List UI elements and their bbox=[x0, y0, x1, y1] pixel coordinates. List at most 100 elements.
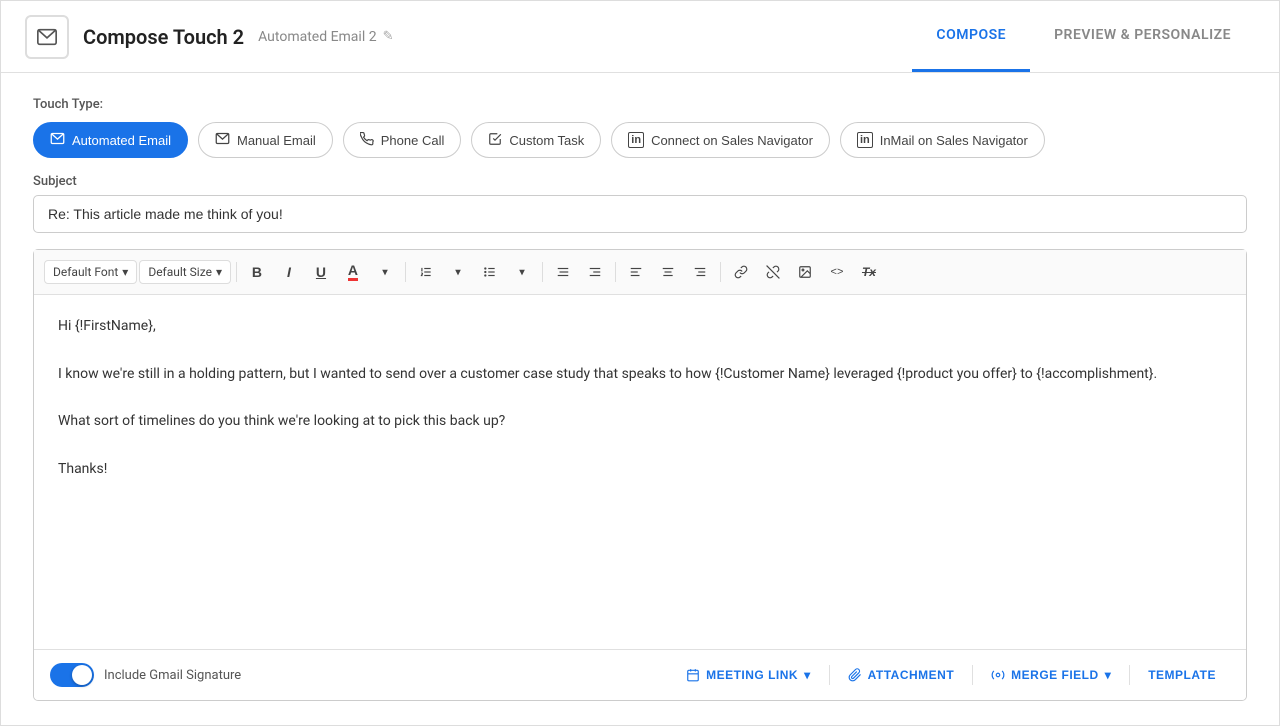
toolbar-divider-3 bbox=[542, 262, 543, 282]
merge-field-label: MERGE FIELD bbox=[1011, 668, 1099, 682]
unordered-list-icon bbox=[483, 265, 497, 279]
underline-button[interactable]: U bbox=[306, 258, 336, 286]
unlink-icon bbox=[766, 265, 780, 279]
ordered-list-button[interactable] bbox=[411, 258, 441, 286]
custom-task-label: Custom Task bbox=[509, 133, 584, 148]
indent-increase-icon bbox=[588, 265, 602, 279]
email-compose-icon bbox=[36, 26, 58, 48]
toolbar-divider-1 bbox=[236, 262, 237, 282]
align-right-button[interactable] bbox=[685, 258, 715, 286]
merge-field-button[interactable]: MERGE FIELD ▾ bbox=[977, 660, 1125, 690]
meeting-link-arrow: ▾ bbox=[804, 668, 811, 682]
attachment-label: ATTACHMENT bbox=[868, 668, 955, 682]
link-icon bbox=[734, 265, 748, 279]
align-left-icon bbox=[629, 265, 643, 279]
image-button[interactable] bbox=[790, 258, 820, 286]
header-left: Compose Touch 2 Automated Email 2 ✎ bbox=[25, 15, 393, 59]
touch-type-section: Touch Type: Automated Email bbox=[33, 97, 1247, 158]
tab-preview-personalize[interactable]: PREVIEW & PERSONALIZE bbox=[1030, 1, 1255, 72]
phone-icon bbox=[360, 132, 374, 149]
clear-format-button[interactable]: Tx bbox=[854, 258, 884, 286]
subtitle-text: Automated Email 2 bbox=[258, 29, 376, 45]
phone-call-label: Phone Call bbox=[381, 133, 445, 148]
automated-email-icon bbox=[50, 131, 65, 149]
font-size-select[interactable]: Default Size ▾ bbox=[139, 260, 231, 284]
ordered-list-arrow[interactable]: ▾ bbox=[443, 258, 473, 286]
image-icon bbox=[798, 265, 812, 279]
bold-button[interactable]: B bbox=[242, 258, 272, 286]
touch-type-buttons: Automated Email Manual Email bbox=[33, 122, 1247, 158]
font-color-icon: A bbox=[348, 263, 358, 281]
footer-left: Include Gmail Signature bbox=[50, 663, 241, 687]
touch-btn-inmail-sales-nav[interactable]: in InMail on Sales Navigator bbox=[840, 122, 1045, 158]
indent-decrease-button[interactable] bbox=[548, 258, 578, 286]
inmail-sales-nav-label: InMail on Sales Navigator bbox=[880, 133, 1028, 148]
header: Compose Touch 2 Automated Email 2 ✎ COMP… bbox=[1, 1, 1279, 73]
template-button[interactable]: TEMPLATE bbox=[1134, 660, 1230, 690]
code-button[interactable]: <> bbox=[822, 258, 852, 286]
automated-email-label: Automated Email bbox=[72, 133, 171, 148]
gmail-signature-label: Include Gmail Signature bbox=[104, 668, 241, 683]
edit-icon[interactable]: ✎ bbox=[383, 29, 394, 44]
toolbar-divider-4 bbox=[615, 262, 616, 282]
indent-decrease-icon bbox=[556, 265, 570, 279]
toolbar-divider-2 bbox=[405, 262, 406, 282]
connect-sales-nav-label: Connect on Sales Navigator bbox=[651, 133, 813, 148]
footer-right: MEETING LINK ▾ ATTACHMENT MERGE FIELD ▾ bbox=[672, 660, 1230, 690]
unordered-list-arrow[interactable]: ▾ bbox=[507, 258, 537, 286]
attachment-button[interactable]: ATTACHMENT bbox=[834, 660, 969, 690]
align-left-button[interactable] bbox=[621, 258, 651, 286]
header-subtitle: Automated Email 2 ✎ bbox=[258, 29, 393, 45]
font-color-button[interactable]: A bbox=[338, 258, 368, 286]
indent-increase-button[interactable] bbox=[580, 258, 610, 286]
gmail-signature-toggle[interactable] bbox=[50, 663, 94, 687]
touch-btn-manual-email[interactable]: Manual Email bbox=[198, 122, 333, 158]
linkedin-connect-icon: in bbox=[628, 132, 644, 148]
manual-email-svg bbox=[215, 131, 230, 146]
footer-divider-3 bbox=[1129, 665, 1130, 685]
italic-button[interactable]: I bbox=[274, 258, 304, 286]
attachment-icon bbox=[848, 668, 862, 682]
header-nav: COMPOSE PREVIEW & PERSONALIZE bbox=[912, 1, 1255, 72]
task-svg bbox=[488, 132, 502, 146]
subject-section: Subject bbox=[33, 174, 1247, 233]
editor-section: Default Font ▾ Default Size ▾ B I U A ▾ bbox=[33, 249, 1247, 701]
align-center-button[interactable] bbox=[653, 258, 683, 286]
merge-field-arrow: ▾ bbox=[1105, 668, 1112, 682]
merge-field-icon bbox=[991, 668, 1005, 682]
tab-compose[interactable]: COMPOSE bbox=[912, 1, 1030, 72]
touch-type-label: Touch Type: bbox=[33, 97, 1247, 112]
font-color-arrow[interactable]: ▾ bbox=[370, 258, 400, 286]
toolbar: Default Font ▾ Default Size ▾ B I U A ▾ bbox=[34, 250, 1246, 295]
compose-icon-box bbox=[25, 15, 69, 59]
email-icon bbox=[50, 131, 65, 146]
task-icon bbox=[488, 132, 502, 149]
link-button[interactable] bbox=[726, 258, 756, 286]
font-size-label: Default Size bbox=[148, 265, 212, 279]
touch-btn-connect-sales-nav[interactable]: in Connect on Sales Navigator bbox=[611, 122, 830, 158]
meeting-link-label: MEETING LINK bbox=[706, 668, 798, 682]
meeting-link-button[interactable]: MEETING LINK ▾ bbox=[672, 660, 825, 690]
template-label: TEMPLATE bbox=[1148, 668, 1216, 682]
align-right-icon bbox=[693, 265, 707, 279]
toolbar-divider-5 bbox=[720, 262, 721, 282]
linkedin-inmail-icon: in bbox=[857, 132, 873, 148]
phone-svg bbox=[360, 132, 374, 146]
unordered-list-button[interactable] bbox=[475, 258, 505, 286]
content-area: Touch Type: Automated Email bbox=[1, 73, 1279, 725]
editor-body[interactable]: Hi {!FirstName}, I know we're still in a… bbox=[34, 295, 1246, 649]
font-size-arrow: ▾ bbox=[216, 265, 222, 279]
main-container: Compose Touch 2 Automated Email 2 ✎ COMP… bbox=[0, 0, 1280, 726]
touch-btn-automated-email[interactable]: Automated Email bbox=[33, 122, 188, 158]
subject-input[interactable] bbox=[33, 195, 1247, 233]
manual-email-icon bbox=[215, 131, 230, 149]
touch-btn-custom-task[interactable]: Custom Task bbox=[471, 122, 601, 158]
touch-btn-phone-call[interactable]: Phone Call bbox=[343, 122, 462, 158]
unlink-button[interactable] bbox=[758, 258, 788, 286]
align-center-icon bbox=[661, 265, 675, 279]
toggle-knob bbox=[72, 665, 92, 685]
editor-footer: Include Gmail Signature MEETING LINK ▾ A… bbox=[34, 649, 1246, 700]
font-family-select[interactable]: Default Font ▾ bbox=[44, 260, 137, 284]
page-title: Compose Touch 2 bbox=[83, 25, 244, 49]
font-family-label: Default Font bbox=[53, 265, 118, 279]
